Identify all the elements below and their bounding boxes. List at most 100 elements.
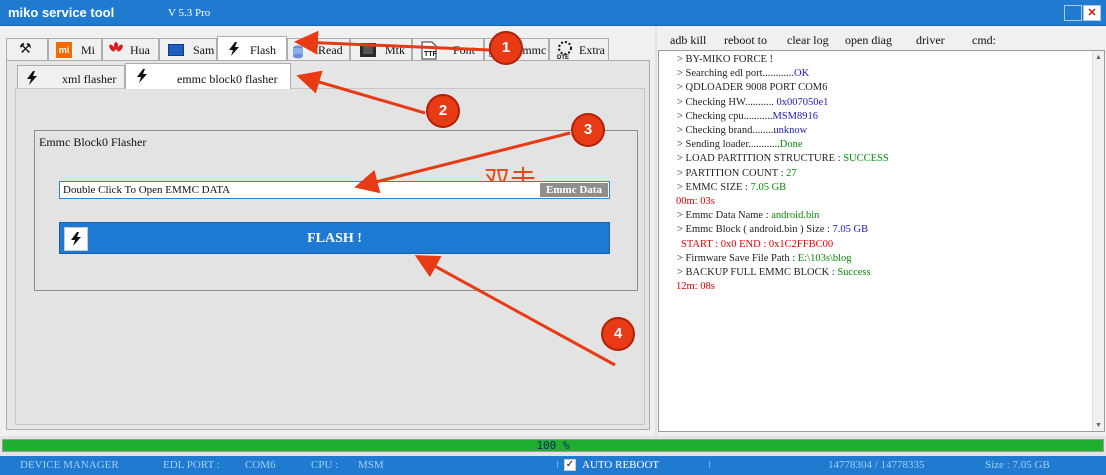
tab-read[interactable]: Read — [287, 38, 350, 60]
tab-tools[interactable]: ⚒ — [6, 38, 48, 60]
bolt-icon — [229, 42, 239, 56]
flash-button-label: FLASH ! — [307, 231, 362, 246]
log-line-value: 7.05 GB — [750, 181, 787, 193]
log-line-value: android.bin — [771, 210, 820, 222]
emmc-data-button[interactable]: Emmc Data — [540, 183, 608, 197]
tab-sam-label: Sam — [193, 43, 215, 57]
reboot-to-button[interactable]: reboot to — [724, 33, 767, 48]
auto-reboot-label: AUTO REBOOT — [582, 459, 660, 471]
open-diag-button[interactable]: open diag — [845, 33, 892, 48]
samsung-icon — [168, 44, 184, 56]
log-line-value: 12m: 08s — [676, 281, 715, 293]
log-line-prefix: > Sending loader............ — [677, 139, 780, 151]
log-line: > Firmware Save File Path : E:\103s\blog — [677, 253, 852, 264]
log-line-prefix: > QDLOADER 9008 PORT COM6 — [677, 82, 828, 94]
app-window: miko service tool V 5.3 Pro ✕ ⚒ mi Mi Hu… — [0, 0, 1106, 475]
driver-button[interactable]: driver — [916, 33, 945, 48]
log-line: > QDLOADER 9008 PORT COM6 — [677, 82, 827, 93]
app-title: miko service tool — [8, 5, 115, 20]
tab-flash-label: Flash — [250, 43, 277, 57]
tab-mtk[interactable]: Mtk — [350, 38, 412, 60]
emmc-data-path-field[interactable]: Double Click To Open EMMC DATA — [59, 181, 610, 199]
disk-icon — [293, 45, 303, 59]
chip-icon — [360, 43, 376, 57]
annotation-badge-1: 1 — [489, 31, 523, 65]
edl-port-label: EDL PORT : — [163, 459, 220, 471]
tab-mtk-label: Mtk — [385, 43, 406, 57]
log-line-value: unknow — [773, 125, 808, 136]
log-line-prefix: > EMMC SIZE : — [677, 181, 751, 193]
tab-mi-label: Mi — [81, 43, 96, 57]
log-line: > BY-MIKO FORCE ! — [677, 54, 773, 65]
tab-extra[interactable]: DTE Extra — [549, 38, 609, 60]
log-line-prefix: > Checking HW........... — [677, 96, 777, 108]
emmc-block0-group: Emmc Block0 Flasher — [34, 130, 638, 291]
huawei-icon — [109, 42, 123, 52]
dte-icon: DTE — [557, 41, 572, 60]
auto-reboot-checkbox[interactable]: ✓ — [564, 459, 576, 471]
adb-kill-button[interactable]: adb kill — [670, 33, 706, 48]
log-line-value: 00m: 03s — [676, 196, 715, 207]
subtab-emmc-block0-flasher[interactable]: emmc block0 flasher — [125, 63, 291, 89]
log-line-prefix: > Firmware Save File Path : — [677, 252, 798, 264]
log-line-value: 27 — [786, 167, 797, 179]
log-line-prefix: > Emmc Block ( android.bin ) Size : — [677, 224, 833, 236]
log-line-prefix: > Checking brand........ — [677, 125, 774, 136]
log-line: > BACKUP FULL EMMC BLOCK : Success — [677, 267, 871, 278]
log-line: 00m: 03s — [676, 196, 715, 207]
clear-log-button[interactable]: clear log — [787, 33, 829, 48]
tab-font-label: Font — [453, 43, 476, 57]
status-bar: DEVICE MANAGER EDL PORT : COM6 CPU : MSM… — [0, 456, 1106, 475]
cpu-value: MSM — [358, 459, 384, 471]
log-line-value: 0x007050e1 — [776, 96, 829, 108]
log-line-value: Success — [837, 267, 871, 278]
tab-hua[interactable]: Hua — [102, 38, 159, 60]
left-panel: ⚒ mi Mi Hua Sam Flash Read Mtk TTF Font … — [0, 26, 655, 436]
scroll-down-icon[interactable]: ▼ — [1095, 421, 1102, 429]
device-manager-link[interactable]: DEVICE MANAGER — [20, 459, 119, 471]
log-line: > Checking brand........unknow — [677, 125, 807, 136]
log-line-prefix: > Checking cpu........... — [677, 110, 773, 122]
cpu-label: CPU : — [311, 459, 339, 471]
log-line-prefix: > Emmc Data Name : — [677, 210, 772, 222]
tab-font[interactable]: TTF Font — [412, 38, 484, 60]
tab-flash[interactable]: Flash — [217, 36, 287, 60]
progress-bar: 100 % — [2, 439, 1104, 452]
subtab-emmc-block0-label: emmc block0 flasher — [177, 72, 278, 86]
log-line: > Checking HW........... 0x007050e1 — [677, 97, 828, 108]
flash-button[interactable]: FLASH ! — [59, 222, 610, 254]
log-line-prefix: > Searching edl port............ — [677, 68, 795, 80]
log-line-prefix: > PARTITION COUNT : — [677, 167, 787, 179]
log-line: > Sending loader............Done — [677, 139, 803, 150]
tab-hua-label: Hua — [130, 43, 150, 57]
tab-extra-label: Extra — [579, 43, 605, 57]
log-line-value: START : 0x0 END : 0x1C2FFBC00 — [681, 238, 834, 250]
bolt-icon — [137, 69, 147, 83]
byte-counts: 14778304 / 14778335 — [828, 459, 925, 471]
scroll-up-icon[interactable]: ▲ — [1095, 53, 1102, 61]
svg-text:TTF: TTF — [424, 51, 437, 58]
log-line-value: MSM8916 — [772, 110, 818, 122]
subtab-xml-flasher-label: xml flasher — [62, 72, 117, 86]
tab-sam[interactable]: Sam — [159, 38, 217, 60]
group-title: Emmc Block0 Flasher — [39, 135, 147, 149]
log-line: > EMMC SIZE : 7.05 GB — [677, 182, 786, 193]
size-readout: Size : 7.05 GB — [985, 459, 1050, 471]
font-file-icon: TTF — [421, 41, 437, 60]
cmd-button[interactable]: cmd: — [972, 33, 996, 48]
tab-read-label: Read — [318, 43, 343, 57]
log-line-value: Done — [779, 139, 803, 151]
log-line-value: SUCCESS — [843, 153, 889, 165]
minimize-button[interactable] — [1064, 5, 1082, 21]
annotation-badge-3: 3 — [571, 113, 605, 147]
close-button[interactable]: ✕ — [1083, 5, 1101, 21]
log-line: > Searching edl port............OK — [677, 68, 809, 79]
subtab-xml-flasher[interactable]: xml flasher — [17, 65, 125, 89]
bolt-icon — [27, 71, 37, 85]
log-scrollbar[interactable]: ▲ ▼ — [1092, 51, 1104, 431]
log-line: START : 0x0 END : 0x1C2FFBC00 — [681, 239, 833, 250]
tab-mi[interactable]: mi Mi — [48, 38, 102, 60]
right-panel: adb kill reboot to clear log open diag d… — [657, 26, 1106, 436]
progress-label: 100 % — [536, 439, 570, 452]
annotation-badge-4: 4 — [601, 317, 635, 351]
